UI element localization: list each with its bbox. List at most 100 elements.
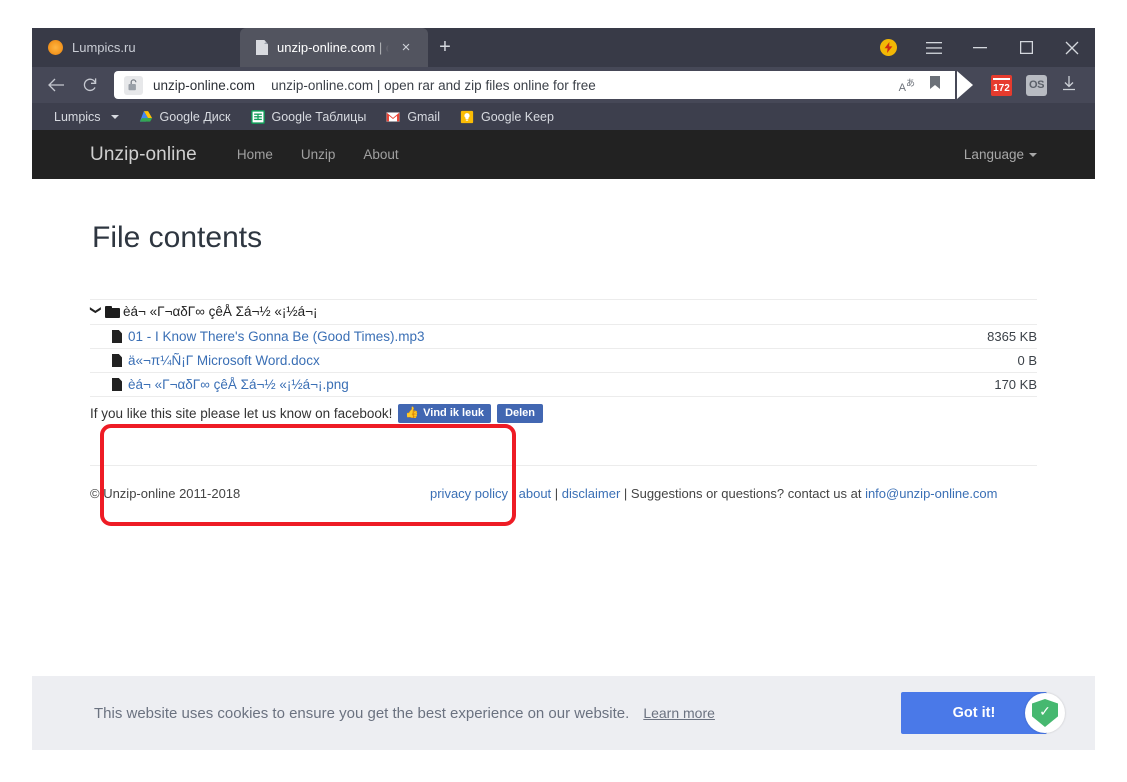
address-bar-tail xyxy=(957,71,973,99)
browser-tab-unzip-online[interactable]: unzip-online.com | open × xyxy=(240,28,428,67)
bookmark-item-google-drive[interactable]: Google Диск xyxy=(129,103,241,130)
nav-link-home[interactable]: Home xyxy=(223,147,287,162)
browser-toolbar: unzip-online.com unzip-online.com | open… xyxy=(32,67,1095,103)
window-controls xyxy=(865,28,1095,67)
google-drive-icon xyxy=(139,110,152,122)
tab-title: Lumpics.ru xyxy=(72,40,136,55)
calendar-badge-count: 172 xyxy=(991,81,1012,96)
chevron-down-icon[interactable]: ❯ xyxy=(90,306,103,318)
file-icon xyxy=(112,378,122,391)
facebook-like-button[interactable]: 👍 Vind ik leuk xyxy=(398,403,492,424)
bookmarks-bar: Lumpics Google Диск Google Таблицы Gmail… xyxy=(32,103,1095,130)
table-row-folder[interactable]: ❯ èá¬ «Γ¬αδΓ∞ çêÅ Σá¬½ «¡½á¬¡ xyxy=(90,300,1037,325)
bookmark-item-lumpics[interactable]: Lumpics xyxy=(44,103,129,130)
bookmark-label: Gmail xyxy=(407,109,440,124)
nav-link-unzip[interactable]: Unzip xyxy=(287,147,350,162)
bookmark-label: Google Keep xyxy=(480,109,554,124)
footer-link-about[interactable]: about xyxy=(519,486,552,501)
bookmark-label: Lumpics xyxy=(54,109,101,124)
facebook-share-button[interactable]: Delen xyxy=(497,403,544,424)
back-button[interactable] xyxy=(40,71,72,99)
footer-link-disclaimer[interactable]: disclaimer xyxy=(562,486,621,501)
divider xyxy=(90,465,1037,467)
calendar-badge-icon[interactable]: 172 xyxy=(991,74,1012,96)
close-window-button[interactable] xyxy=(1049,28,1095,67)
close-icon xyxy=(1065,41,1079,54)
google-keep-icon xyxy=(460,110,474,123)
reload-icon xyxy=(83,78,97,92)
address-bar[interactable]: unzip-online.com unzip-online.com | open… xyxy=(114,71,955,99)
tab-title: unzip-online.com | open xyxy=(277,40,389,55)
unlocked-lock-icon[interactable] xyxy=(124,75,143,95)
folder-name: èá¬ «Γ¬αδΓ∞ çêÅ Σá¬½ «¡½á¬¡ xyxy=(123,304,318,320)
footer-link-email[interactable]: info@unzip-online.com xyxy=(865,486,997,501)
lightning-bolt-icon xyxy=(879,39,897,56)
download-icon[interactable] xyxy=(1061,75,1077,96)
site-nav-links: Home Unzip About xyxy=(223,147,413,162)
bolt-glyph xyxy=(884,42,892,53)
browser-tab-lumpics[interactable]: Lumpics.ru xyxy=(32,28,240,67)
chevron-down-icon xyxy=(110,114,119,119)
download-glyph xyxy=(1063,75,1075,90)
footer-separator: | xyxy=(551,486,562,502)
language-dropdown[interactable]: Language xyxy=(964,147,1037,162)
bookmark-label: Google Таблицы xyxy=(271,109,367,124)
footer-contact-text: | Suggestions or questions? contact us a… xyxy=(620,486,866,502)
file-icon xyxy=(112,330,122,343)
file-link[interactable]: èá¬ «Γ¬αδΓ∞ çêÅ Σá¬½ «¡½á¬¡.png xyxy=(128,377,349,392)
page-viewport: Unzip-online Home Unzip About Language F… xyxy=(32,130,1095,750)
file-size: 170 KB xyxy=(914,372,1037,397)
gmail-icon xyxy=(386,111,400,122)
site-navbar: Unzip-online Home Unzip About Language xyxy=(32,130,1095,179)
site-brand[interactable]: Unzip-online xyxy=(90,144,197,166)
nav-link-about[interactable]: About xyxy=(349,147,412,162)
site-footer: © Unzip-online 2011-2018 privacy policy … xyxy=(90,486,1037,501)
os-extension-icon[interactable]: OS xyxy=(1026,74,1047,96)
file-link[interactable]: 01 - I Know There's Gonna Be (Good Times… xyxy=(128,329,424,344)
minimize-button[interactable] xyxy=(957,28,1003,67)
lock-glyph xyxy=(128,79,137,91)
bookmark-label: Google Диск xyxy=(159,109,231,124)
hamburger-menu-icon xyxy=(926,41,942,54)
cookie-consent-banner: This website uses cookies to ensure you … xyxy=(32,676,1095,750)
page-title: File contents xyxy=(92,221,263,254)
file-contents-table: ❯ èá¬ «Γ¬αδΓ∞ çêÅ Σá¬½ «¡½á¬¡ 01 - I Know… xyxy=(90,300,1037,397)
file-size: 8365 KB xyxy=(914,324,1037,349)
close-icon[interactable]: × xyxy=(398,40,414,56)
table-row[interactable]: 01 - I Know There's Gonna Be (Good Times… xyxy=(90,324,1037,349)
facebook-like-label: Vind ik leuk xyxy=(423,406,485,419)
back-arrow-icon xyxy=(47,78,64,92)
maximize-icon xyxy=(1019,41,1033,54)
table-row[interactable]: èá¬ «Γ¬αδΓ∞ çêÅ Σá¬½ «¡½á¬¡.png 170 KB xyxy=(90,372,1037,397)
bookmark-item-google-keep[interactable]: Google Keep xyxy=(450,103,564,130)
browser-menu-button[interactable] xyxy=(911,28,957,67)
chevron-down-icon xyxy=(1029,152,1037,157)
shield-check-icon[interactable]: ✓ xyxy=(1025,693,1065,733)
table-row[interactable]: ä«¬π¼Ñ¡Γ Microsoft Word.docx 0 B xyxy=(90,348,1037,373)
screenshot-root: Lumpics.ru unzip-online.com | open × + xyxy=(0,0,1127,782)
bookmark-item-google-sheets[interactable]: Google Таблицы xyxy=(241,103,377,130)
cookie-learn-more-link[interactable]: Learn more xyxy=(643,705,715,721)
bookmark-icon[interactable] xyxy=(929,75,941,95)
bookmark-glyph xyxy=(930,76,940,89)
facebook-share-row: If you like this site please let us know… xyxy=(90,403,1037,424)
folder-size xyxy=(914,300,1037,325)
new-tab-button[interactable]: + xyxy=(428,28,462,67)
translate-icon[interactable]: Aあ xyxy=(899,76,915,94)
cookie-message: This website uses cookies to ensure you … xyxy=(94,704,630,722)
bookmark-item-gmail[interactable]: Gmail xyxy=(376,103,450,130)
maximize-button[interactable] xyxy=(1003,28,1049,67)
footer-links: privacy policy | about | disclaimer | Su… xyxy=(430,486,998,501)
google-sheets-icon xyxy=(250,109,265,124)
file-link[interactable]: ä«¬π¼Ñ¡Γ Microsoft Word.docx xyxy=(128,353,320,368)
reload-button[interactable] xyxy=(74,71,106,99)
address-bar-actions: Aあ xyxy=(899,71,955,99)
browser-window: Lumpics.ru unzip-online.com | open × + xyxy=(32,28,1095,750)
address-bar-domain: unzip-online.com xyxy=(153,77,256,93)
file-icon xyxy=(112,354,122,367)
file-name-cell: èá¬ «Γ¬αδΓ∞ çêÅ Σá¬½ «¡½á¬¡.png xyxy=(90,372,915,397)
footer-link-privacy-policy[interactable]: privacy policy xyxy=(430,486,508,501)
turbo-button[interactable] xyxy=(865,28,911,67)
orange-dot-icon xyxy=(48,40,63,55)
footer-separator: | xyxy=(508,486,519,502)
